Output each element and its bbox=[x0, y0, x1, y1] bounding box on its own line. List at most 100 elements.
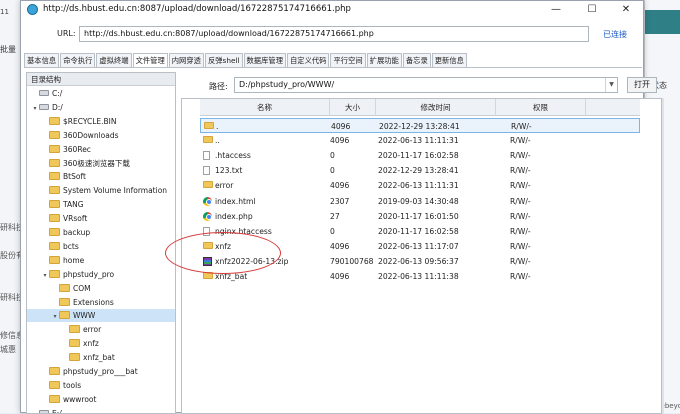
expand-toggle-icon[interactable]: ▾ bbox=[41, 269, 49, 282]
tab-file-manager[interactable]: 文件管理 bbox=[132, 53, 168, 67]
tree-node-label: xnfz bbox=[83, 339, 99, 349]
column-name[interactable]: 名称 bbox=[200, 99, 330, 116]
chrome-icon bbox=[203, 211, 212, 221]
tab-updates[interactable]: 更新信息 bbox=[431, 53, 467, 67]
column-mtime[interactable]: 修改时间 bbox=[376, 99, 496, 116]
tab-memo[interactable]: 备忘录 bbox=[402, 53, 431, 67]
tab-extensions[interactable]: 扩展功能 bbox=[366, 53, 402, 67]
file-mtime: 2022-06-13 09:56:37 bbox=[378, 256, 459, 266]
tree-node[interactable]: COM bbox=[27, 282, 175, 295]
tree-node[interactable]: ▾ D:/ bbox=[27, 101, 175, 114]
tab-custom-code[interactable]: 自定义代码 bbox=[287, 53, 330, 67]
tree-node-label: C:/ bbox=[52, 89, 63, 98]
tab-database[interactable]: 数据库管理 bbox=[243, 53, 286, 67]
file-permission: R/W/- bbox=[511, 122, 532, 131]
file-row[interactable]: .. 4096 2022-06-13 11:11:31 R/W/- bbox=[200, 133, 640, 148]
tree-node[interactable]: bcts bbox=[27, 240, 175, 253]
tree-node[interactable]: C:/ bbox=[27, 87, 175, 100]
folder-icon bbox=[49, 200, 60, 209]
url-label: URL: bbox=[57, 29, 76, 38]
tree-node[interactable]: ▾ phpstudy_pro bbox=[27, 268, 175, 281]
file-mtime: 2022-12-29 13:28:41 bbox=[379, 122, 460, 131]
tree-node[interactable]: TANG bbox=[27, 198, 175, 211]
vertical-scrollbar[interactable] bbox=[662, 98, 664, 414]
folder-icon bbox=[204, 122, 214, 129]
minimize-button[interactable]: — bbox=[541, 2, 571, 17]
directory-tree[interactable]: 目录结构 C:/ ▾ D:/$RECYCLE.BIN 360Downloads 360R… bbox=[26, 72, 176, 414]
file-row[interactable]: xnfz_bat 4096 2022-06-13 11:11:38 R/W/- bbox=[200, 269, 640, 284]
open-button[interactable]: 打开 bbox=[627, 77, 657, 93]
tab-command-exec[interactable]: 命令执行 bbox=[60, 53, 96, 67]
tree-node[interactable]: 360极速浏览器下载 bbox=[27, 157, 175, 170]
file-mtime: 2022-06-13 11:11:31 bbox=[378, 136, 459, 146]
folder-icon bbox=[49, 186, 60, 195]
folder-icon bbox=[49, 214, 60, 223]
tree-node-label: phpstudy_pro bbox=[63, 269, 115, 279]
tree-node[interactable]: Extensions bbox=[27, 296, 175, 309]
tree-node[interactable]: xnfz bbox=[27, 337, 175, 350]
tree-node[interactable]: tools bbox=[27, 379, 175, 392]
tab-reverse-shell[interactable]: 反弹shell bbox=[204, 53, 243, 67]
tree-node-label: bcts bbox=[63, 241, 79, 251]
expand-toggle-icon[interactable]: ▾ bbox=[31, 102, 39, 115]
file-row[interactable]: index.php 27 2020-11-17 16:01:50 R/W/- bbox=[200, 209, 640, 224]
tree-node[interactable]: BtSoft bbox=[27, 170, 175, 183]
path-combobox[interactable]: D:/phpstudy_pro/WWW/ ▼ bbox=[234, 77, 618, 93]
folder-icon bbox=[49, 116, 60, 125]
tree-node[interactable]: 360Rec bbox=[27, 143, 175, 156]
folder-icon bbox=[49, 394, 60, 403]
tree-node[interactable]: error bbox=[27, 323, 175, 336]
folder-icon bbox=[49, 380, 60, 389]
tree-node-label: 360极速浏览器下载 bbox=[63, 158, 130, 168]
file-name: 123.txt bbox=[215, 166, 243, 176]
tree-node[interactable]: home bbox=[27, 254, 175, 267]
background-label: 股份有 bbox=[0, 251, 22, 260]
tree-node-label: tools bbox=[63, 380, 82, 390]
tree-node-label: xnfz_bat bbox=[83, 353, 115, 363]
highlight-annotation bbox=[165, 232, 281, 274]
tree-node[interactable]: $RECYCLE.BIN bbox=[27, 115, 175, 128]
file-size: 4096 bbox=[330, 181, 350, 191]
file-permission: R/W/- bbox=[510, 226, 531, 236]
file-mtime: 2022-12-29 13:28:41 bbox=[378, 166, 459, 176]
tab-intranet-tunnel[interactable]: 内网穿透 bbox=[168, 53, 204, 67]
file-row[interactable]: .htaccess 0 2020-11-17 16:02:58 R/W/- bbox=[200, 148, 640, 163]
tree-node[interactable]: wwwroot bbox=[27, 393, 175, 406]
maximize-button[interactable]: ☐ bbox=[577, 2, 607, 17]
tree-node[interactable]: backup bbox=[27, 226, 175, 239]
file-row[interactable]: . 4096 2022-12-29 13:28:41 R/W/- bbox=[200, 118, 640, 133]
file-permission: R/W/- bbox=[510, 256, 531, 266]
tree-header: 目录结构 bbox=[27, 73, 175, 86]
window-title: http://ds.hbust.edu.cn:8087/upload/downl… bbox=[43, 4, 351, 14]
file-row[interactable]: 123.txt 0 2022-12-29 13:28:41 R/W/- bbox=[200, 163, 640, 178]
file-row[interactable]: nginx.htaccess 0 2020-11-17 16:02:58 R/W/- bbox=[200, 224, 640, 239]
tree-node[interactable]: ▾ WWW bbox=[27, 309, 175, 323]
tree-node[interactable]: VRsoft bbox=[27, 212, 175, 225]
app-icon bbox=[27, 4, 38, 15]
file-row[interactable]: index.html 2307 2019-09-03 14:30:48 R/W/- bbox=[200, 194, 640, 209]
tab-basic-info[interactable]: 基本信息 bbox=[24, 53, 60, 67]
expand-toggle-icon[interactable]: ▾ bbox=[51, 310, 59, 323]
tree-node-label: error bbox=[83, 325, 102, 335]
tab-parallel-space[interactable]: 平行空间 bbox=[330, 53, 366, 67]
folder-icon bbox=[59, 311, 70, 320]
file-size: 2307 bbox=[330, 196, 350, 206]
file-row[interactable]: error 4096 2022-06-13 11:11:31 R/W/- bbox=[200, 178, 640, 193]
drive-icon bbox=[39, 103, 49, 110]
tree-node[interactable]: 360Downloads bbox=[27, 129, 175, 142]
column-permission[interactable]: 权限 bbox=[496, 99, 586, 116]
tree-node[interactable]: phpstudy_pro___bat bbox=[27, 365, 175, 378]
tree-node[interactable]: System Volume Information bbox=[27, 184, 175, 197]
file-name: error bbox=[215, 181, 234, 191]
title-bar[interactable]: http://ds.hbust.edu.cn:8087/upload/downl… bbox=[21, 1, 643, 19]
tree-node[interactable]: xnfz_bat bbox=[27, 351, 175, 364]
tab-virtual-terminal[interactable]: 虚拟终端 bbox=[96, 53, 132, 67]
column-size[interactable]: 大小 bbox=[330, 99, 376, 116]
connection-status[interactable]: 已连接 bbox=[603, 29, 627, 40]
chevron-down-icon[interactable]: ▼ bbox=[605, 78, 617, 92]
close-button[interactable]: ✕ bbox=[611, 2, 641, 17]
file-size: 27 bbox=[330, 211, 340, 221]
url-field[interactable]: http://ds.hbust.edu.cn:8087/upload/downl… bbox=[79, 26, 589, 42]
file-name: index.php bbox=[215, 211, 253, 221]
folder-icon bbox=[49, 158, 60, 167]
